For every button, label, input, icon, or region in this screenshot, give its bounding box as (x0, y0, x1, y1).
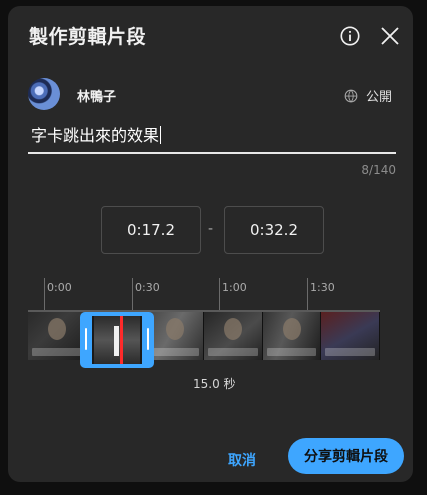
end-trim-handle[interactable] (147, 328, 149, 350)
timeline-tick (219, 278, 220, 310)
clip-title-input[interactable]: 字卡跳出來的效果 (28, 118, 396, 154)
thumbnail-frame (204, 312, 263, 360)
thumbnail-frame (262, 312, 322, 360)
timeline-tick-label: 0:00 (47, 281, 72, 294)
clip-duration: 15.0 秒 (193, 377, 236, 391)
timeline-tick (44, 278, 45, 310)
privacy-status: 公開 (344, 86, 392, 105)
info-icon (340, 26, 360, 46)
avatar (28, 78, 60, 110)
thumbnail-frame (28, 312, 87, 360)
close-button[interactable] (376, 22, 404, 50)
start-time-field[interactable]: 0:17.2 (101, 206, 201, 254)
character-counter: 8/140 (361, 163, 396, 177)
dialog-title: 製作剪輯片段 (29, 26, 147, 48)
channel-name: 林鴨子 (77, 90, 117, 105)
clip-selection-range[interactable] (80, 312, 154, 368)
info-button[interactable] (336, 22, 364, 50)
clip-timeline[interactable]: 0:00 0:30 1:00 1:30 (28, 278, 381, 368)
privacy-label: 公開 (366, 90, 393, 105)
globe-icon (344, 89, 358, 102)
start-trim-handle[interactable] (85, 328, 87, 350)
selected-frame (92, 316, 142, 364)
clip-title-value: 字卡跳出來的效果 (31, 126, 162, 145)
timeline-tick-label: 1:00 (222, 281, 247, 294)
timeline-tick (132, 278, 133, 310)
thumbnail-frame (321, 312, 381, 360)
close-icon (381, 27, 399, 45)
end-time-field[interactable]: 0:32.2 (224, 206, 324, 254)
time-separator: - (208, 221, 214, 237)
timeline-tick-label: 1:30 (310, 281, 335, 294)
timeline-tick (307, 278, 308, 310)
playhead[interactable] (120, 316, 123, 364)
cancel-button[interactable]: 取消 (214, 442, 270, 478)
thumbnail-frame (145, 312, 205, 360)
timeline-tick-label: 0:30 (135, 281, 160, 294)
share-clip-button[interactable]: 分享剪輯片段 (288, 438, 404, 474)
create-clip-dialog: 製作剪輯片段 林鴨子 公開 字卡跳出來的效果 8/140 0:17.2 - 0:… (8, 6, 413, 482)
